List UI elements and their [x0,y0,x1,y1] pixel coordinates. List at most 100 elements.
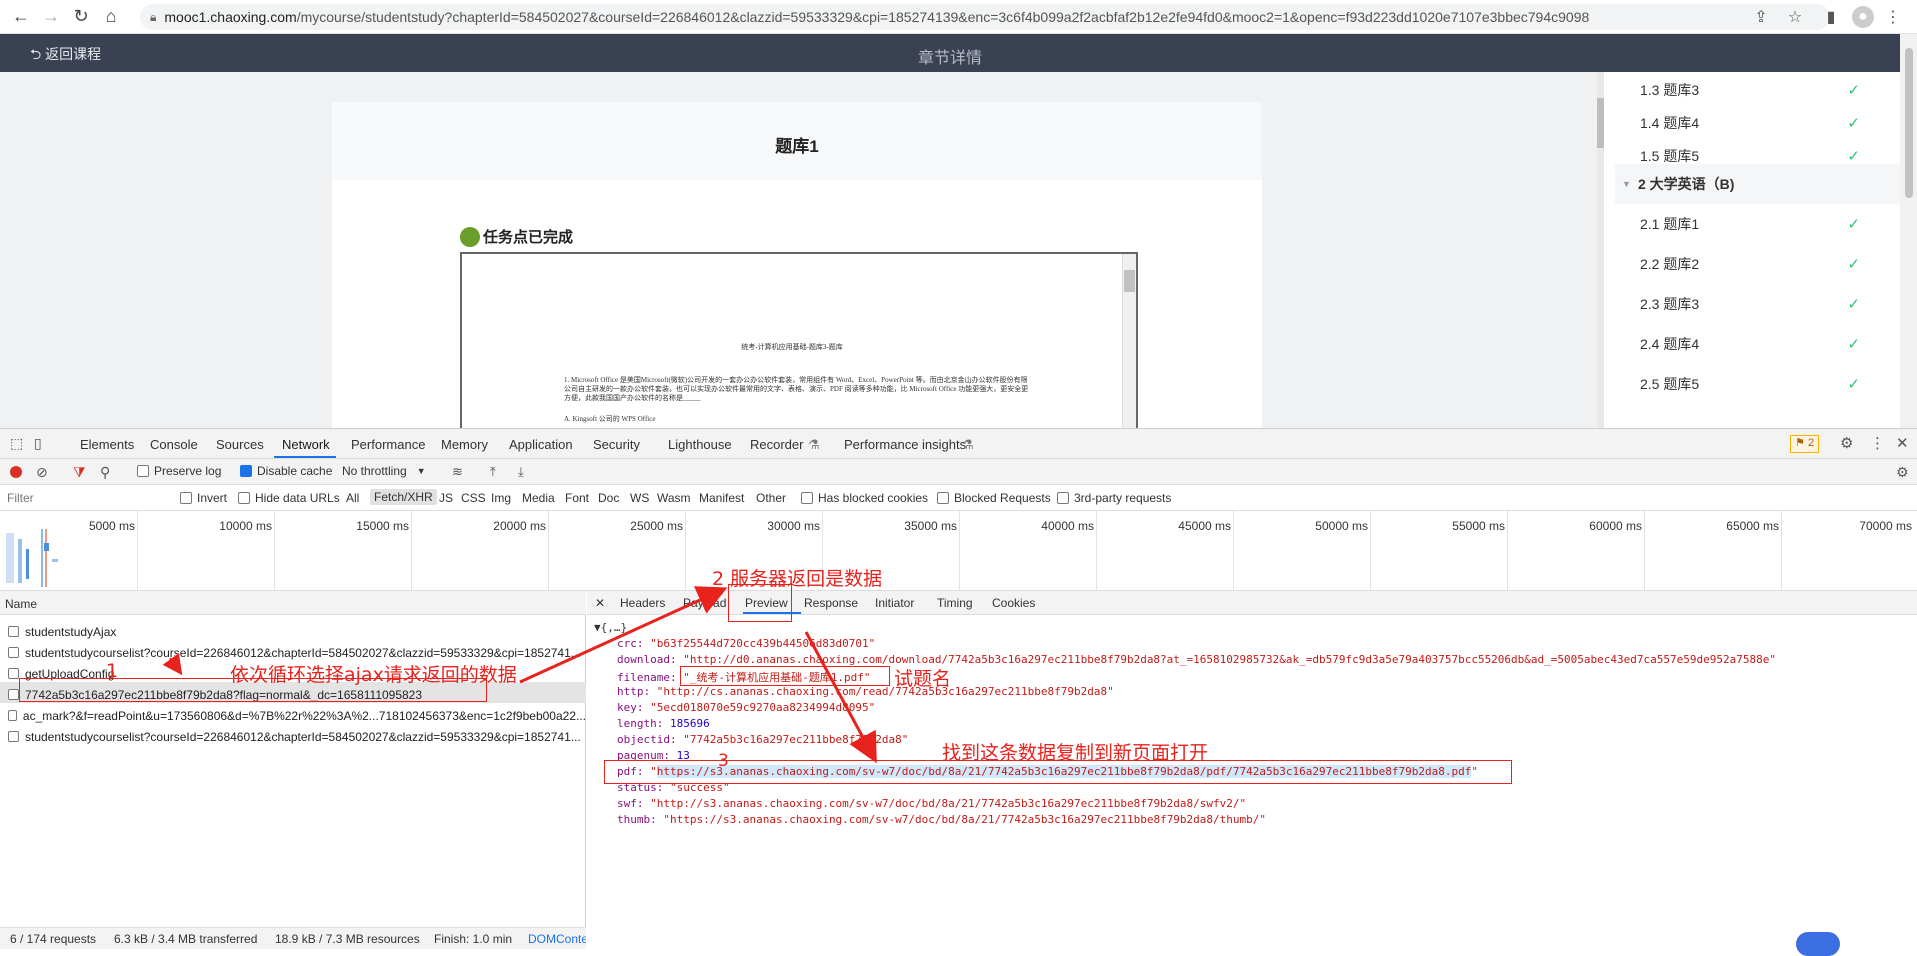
tab-elements[interactable]: Elements [80,437,134,452]
request-row[interactable]: studentstudycourselist?courseId=22684601… [0,724,586,745]
filter-type-media[interactable]: Media [522,491,555,505]
has-blocked-cookies-toggle[interactable]: Has blocked cookies [801,491,928,505]
row-checkbox[interactable] [8,710,17,721]
tab-performance[interactable]: Performance [351,437,425,452]
device-toolbar-icon[interactable]: ▯ [34,435,42,452]
invert-checkbox[interactable] [180,492,192,504]
tab-response[interactable]: Response [804,596,858,610]
floating-widget-icon[interactable] [1796,932,1840,956]
menu-kebab-icon[interactable]: ⋮ [1882,6,1904,28]
filter-funnel-icon[interactable]: ⧩ [73,464,86,481]
network-settings-gear-icon[interactable]: ⚙ [1896,464,1909,481]
profile-avatar-icon[interactable]: ● [1852,6,1874,28]
name-column-header[interactable]: Name [0,591,586,615]
filter-type-all[interactable]: All [346,491,359,505]
home-icon[interactable]: ⌂ [96,2,126,32]
tab-initiator[interactable]: Initiator [875,596,914,610]
bookmark-star-icon[interactable]: ☆ [1784,6,1806,28]
tab-application[interactable]: Application [509,437,573,452]
page-scroll-thumb[interactable] [1905,48,1913,198]
preserve-log-toggle[interactable]: Preserve log [137,464,221,478]
filter-type-other[interactable]: Other [756,491,786,505]
json-root-toggle[interactable]: ▼{,…} [594,621,627,634]
address-bar[interactable]: 🔒︎ mooc1.chaoxing.com/mycourse/studentst… [140,4,1830,30]
more-options-icon[interactable]: ⋮ [1870,434,1885,452]
row-checkbox[interactable] [8,668,19,679]
inspect-element-icon[interactable]: ⬚ [10,435,23,452]
export-har-icon[interactable]: ⤓ [518,464,524,480]
issues-badge[interactable]: ⚑ 2 [1790,435,1820,453]
has-blocked-cookies-checkbox[interactable] [801,492,813,504]
pdf-scroll-thumb[interactable] [1124,270,1135,292]
page-scrollbar[interactable] [1900,34,1917,428]
sidepanel-icon[interactable]: ▮ [1820,6,1842,28]
tab-payload[interactable]: Payload [683,596,726,610]
close-detail-icon[interactable]: ✕ [595,596,605,610]
hide-data-urls-checkbox[interactable] [238,492,250,504]
tab-performance-insights[interactable]: Performance insights [844,437,966,452]
pdf-scrollbar[interactable] [1122,254,1136,428]
record-icon[interactable] [10,466,22,478]
filter-type-js[interactable]: JS [439,491,453,505]
tab-timing[interactable]: Timing [937,596,973,610]
disable-cache-checkbox[interactable] [240,465,252,477]
filter-type-ws[interactable]: WS [630,491,649,505]
chapter-item[interactable]: 2.3 题库3 ✓ [1615,284,1900,324]
settings-gear-icon[interactable]: ⚙ [1840,434,1853,452]
chapter-item[interactable]: 2.2 题库2 ✓ [1615,244,1900,284]
network-conditions-icon[interactable]: ≋ [452,464,463,480]
throttling-select[interactable]: No throttling ▼ [342,464,426,478]
chapter-item[interactable]: 2.5 题库5 ✓ [1615,364,1900,404]
filter-type-font[interactable]: Font [565,491,589,505]
tab-network[interactable]: Network [282,437,330,452]
request-row[interactable]: studentstudyAjax [0,619,586,640]
row-checkbox[interactable] [8,647,19,658]
row-checkbox[interactable] [8,689,19,700]
share-icon[interactable]: ⇪ [1750,6,1772,28]
tick-label: 35000 ms [904,519,957,533]
blocked-requests-toggle[interactable]: Blocked Requests [937,491,1051,505]
tab-memory[interactable]: Memory [441,437,488,452]
row-checkbox[interactable] [8,731,19,742]
tab-security[interactable]: Security [593,437,640,452]
tab-recorder[interactable]: Recorder [750,437,803,452]
back-arrow-icon[interactable]: ← [6,2,36,32]
disable-cache-toggle[interactable]: Disable cache [240,464,332,478]
blocked-requests-checkbox[interactable] [937,492,949,504]
forward-arrow-icon[interactable]: → [36,2,66,32]
tab-lighthouse[interactable]: Lighthouse [668,437,732,452]
filter-type-fetch-xhr[interactable]: Fetch/XHR [370,489,437,505]
tab-console[interactable]: Console [150,437,198,452]
reload-icon[interactable]: ↻ [66,2,96,32]
invert-toggle[interactable]: Invert [180,491,227,505]
network-timeline-overview[interactable]: 5000 ms 10000 ms 15000 ms 20000 ms 25000… [0,511,1917,591]
clear-icon[interactable]: ⊘ [36,464,48,481]
chapter-item-label: 1.3 题库3 [1640,82,1700,98]
close-devtools-icon[interactable]: ✕ [1896,434,1909,452]
import-har-icon[interactable]: ⤒ [490,464,496,480]
tab-sources[interactable]: Sources [216,437,264,452]
filter-type-wasm[interactable]: Wasm [657,491,691,505]
request-row[interactable]: studentstudycourselist?courseId=22684601… [0,640,586,661]
filter-type-doc[interactable]: Doc [598,491,619,505]
sidebar-scroll-thumb[interactable] [1597,98,1604,148]
hide-data-urls-toggle[interactable]: Hide data URLs [238,491,340,505]
chapter-item[interactable]: 2.4 题库4 ✓ [1615,324,1900,364]
row-checkbox[interactable] [8,626,19,637]
filter-input[interactable] [0,488,168,508]
filter-type-img[interactable]: Img [491,491,511,505]
sidebar-scrollbar[interactable] [1597,72,1604,428]
chapter-item[interactable]: 2.1 题库1 ✓ [1615,204,1900,244]
annotation-step2: 2 服务器返回是数据 [712,568,883,590]
preserve-log-checkbox[interactable] [137,465,149,477]
request-row[interactable]: ac_mark?&f=readPoint&u=173560806&d=%7B%2… [0,703,586,724]
filter-type-manifest[interactable]: Manifest [699,491,744,505]
tab-headers[interactable]: Headers [620,596,665,610]
chapter-group[interactable]: ▼ 2 大学英语（B) [1615,164,1900,204]
tab-cookies[interactable]: Cookies [992,596,1035,610]
search-icon[interactable]: ⚲ [100,464,110,481]
filter-type-css[interactable]: CSS [461,491,486,505]
pdf-viewer-frame[interactable]: 统考-计算机应用基础-题库3-题库 1. Microsoft Office 是美… [460,252,1138,428]
third-party-toggle[interactable]: 3rd-party requests [1057,491,1171,505]
third-party-checkbox[interactable] [1057,492,1069,504]
